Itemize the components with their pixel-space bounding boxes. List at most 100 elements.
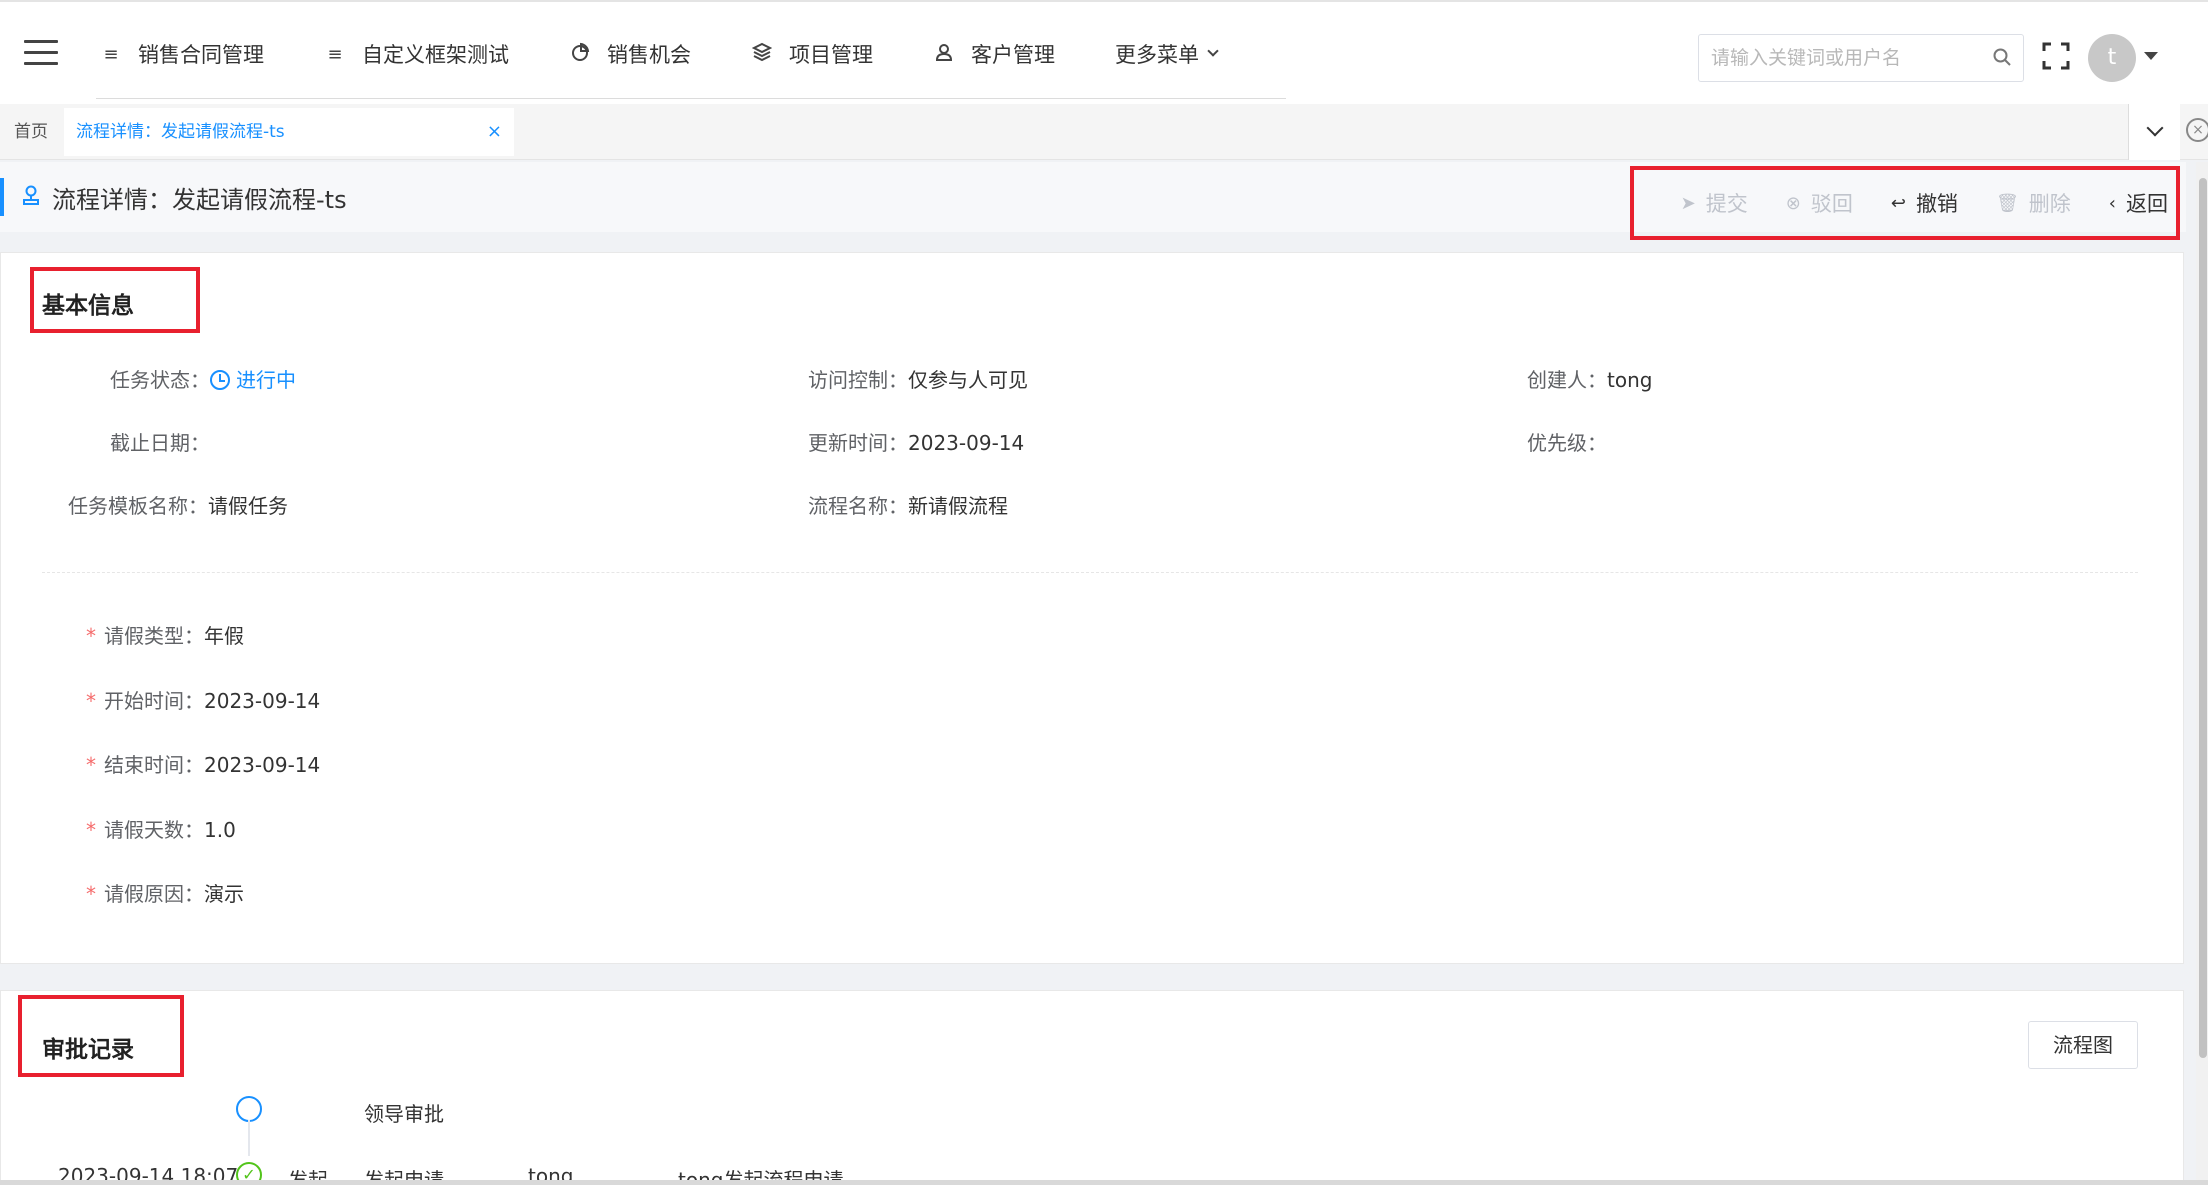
top-bar: ≡ 销售合同管理 ≡ 自定义框架测试 销售机会 项目管理 客户管理 更多菜单 请… [0, 0, 2208, 104]
tab-label: 流程详情：发起请假流程-ts [76, 122, 285, 142]
page-title: 流程详情：发起请假流程-ts [52, 186, 347, 214]
field-value: 1.0 [204, 818, 236, 842]
nav-label: 项目管理 [789, 43, 873, 67]
access-control-field: 访问控制：仅参与人可见 [808, 364, 1028, 393]
timeline-line [248, 1120, 250, 1156]
nav-more-label: 更多菜单 [1115, 43, 1199, 67]
search-icon[interactable] [1993, 48, 2011, 66]
delete-button[interactable]: 🗑 删除 [1996, 188, 2071, 218]
field-label: 任务状态： [110, 368, 210, 392]
nav-item-project-management[interactable]: 项目管理 [751, 39, 873, 69]
nav-label: 销售机会 [607, 43, 691, 67]
app-root: ≡ 销售合同管理 ≡ 自定义框架测试 销售机会 项目管理 客户管理 更多菜单 请… [0, 0, 2208, 1185]
process-name-field: 流程名称：新请假流程 [808, 490, 1008, 519]
leave-reason-field: * 请假原因：演示 [86, 878, 244, 907]
layers-icon [751, 42, 773, 67]
field-label: 流程名称： [808, 494, 908, 518]
accent-bar [0, 178, 4, 216]
nav-item-sales-opportunity[interactable]: 销售机会 [569, 39, 691, 69]
nav-label: 自定义框架测试 [362, 43, 509, 67]
field-label: 请假原因： [104, 882, 204, 906]
field-label: 任务模板名称： [68, 494, 208, 518]
basic-info-card [0, 252, 2184, 964]
field-value: 请假任务 [208, 494, 288, 518]
required-mark: * [86, 753, 96, 777]
field-label: 优先级： [1527, 431, 1607, 455]
field-label: 请假类型： [104, 624, 204, 648]
deadline-field: 截止日期： [110, 427, 210, 456]
field-label: 创建人： [1527, 368, 1607, 392]
nav-more-menu[interactable]: 更多菜单 [1115, 39, 1219, 69]
field-value: 演示 [204, 882, 244, 906]
nav-item-customer-management[interactable]: 客户管理 [933, 39, 1055, 69]
search-box [1698, 34, 2024, 82]
template-name-field: 任务模板名称：请假任务 [68, 490, 288, 519]
approval-record-title: 审批记录 [42, 1037, 134, 1063]
field-value: 2023-09-14 [204, 689, 321, 713]
undo-icon: ↩ [1890, 192, 1906, 214]
required-mark: * [86, 689, 96, 713]
delete-label: 删除 [2028, 192, 2071, 216]
field-label: 访问控制： [808, 368, 908, 392]
approval-record-card [0, 990, 2184, 1185]
scrollbar-thumb[interactable] [2199, 178, 2207, 1058]
send-icon: ➤ [1680, 192, 1696, 214]
field-value: 新请假流程 [908, 494, 1008, 518]
field-value: 年假 [204, 624, 244, 648]
chevron-down-icon [2146, 119, 2164, 137]
clock-icon [210, 370, 230, 390]
field-label: 请假天数： [104, 818, 204, 842]
window-bottom-edge [0, 1180, 2208, 1185]
top-nav: ≡ 销售合同管理 ≡ 自定义框架测试 销售机会 项目管理 客户管理 更多菜单 [100, 32, 1277, 76]
close-icon[interactable]: × [487, 108, 502, 156]
field-label: 更新时间： [808, 431, 908, 455]
flowchart-button[interactable]: 流程图 [2028, 1021, 2138, 1069]
trash-icon: 🗑 [1995, 192, 2019, 214]
reject-button[interactable]: ⊗ 驳回 [1786, 188, 1853, 218]
search-input[interactable] [1699, 35, 1959, 81]
reject-label: 驳回 [1810, 192, 1853, 216]
nav-item-sales-contract[interactable]: ≡ 销售合同管理 [100, 39, 264, 69]
submit-button[interactable]: ➤ 提交 [1681, 188, 1748, 218]
tabs-bar: 首页 流程详情：发起请假流程-ts × [0, 104, 2208, 160]
nav-label: 销售合同管理 [138, 43, 264, 67]
tab-home[interactable]: 首页 [0, 108, 62, 156]
tabs-dropdown-button[interactable] [2128, 104, 2180, 160]
field-value: 2023-09-14 [908, 431, 1025, 455]
back-button[interactable]: ‹ 返回 [2109, 188, 2168, 218]
nav-label: 客户管理 [971, 43, 1055, 67]
status-value: 进行中 [236, 368, 296, 392]
priority-field: 优先级： [1527, 427, 1607, 456]
menu-toggle-icon[interactable] [24, 40, 58, 66]
status-badge: 进行中 [210, 368, 296, 392]
submit-label: 提交 [1705, 192, 1748, 216]
field-value: 2023-09-14 [204, 753, 321, 777]
end-time-field: * 结束时间：2023-09-14 [86, 749, 320, 778]
list-icon: ≡ [327, 43, 343, 65]
nav-item-custom-framework[interactable]: ≡ 自定义框架测试 [324, 39, 509, 69]
timeline-pending-node: 领导审批 [364, 1102, 444, 1126]
avatar[interactable]: t [2088, 34, 2136, 82]
close-circle-icon: ⊗ [1785, 192, 1801, 214]
back-label: 返回 [2126, 192, 2168, 216]
chevron-down-icon [1207, 45, 1219, 57]
field-value: 仅参与人可见 [908, 368, 1028, 392]
chevron-left-icon: ‹ [2108, 192, 2116, 214]
required-mark: * [86, 624, 96, 648]
field-value: tong [1607, 368, 1653, 392]
tab-process-detail[interactable]: 流程详情：发起请假流程-ts × [64, 108, 514, 156]
creator-field: 创建人：tong [1527, 364, 1652, 393]
leave-type-field: * 请假类型：年假 [86, 620, 244, 649]
timeline-pending-dot [236, 1096, 262, 1122]
required-mark: * [86, 882, 96, 906]
nav-divider [96, 98, 1286, 99]
action-toolbar: ➤ 提交 ⊗ 驳回 ↩ 撤销 🗑 删除 ‹ 返回 [1630, 166, 2180, 240]
close-circle-icon[interactable]: × [2186, 118, 2208, 142]
revoke-button[interactable]: ↩ 撤销 [1891, 188, 1958, 218]
updated-time-field: 更新时间：2023-09-14 [808, 427, 1024, 456]
caret-down-icon[interactable] [2144, 52, 2158, 60]
start-time-field: * 开始时间：2023-09-14 [86, 685, 320, 714]
fullscreen-icon[interactable] [2042, 42, 2070, 70]
stamp-icon [23, 185, 39, 205]
list-icon: ≡ [103, 43, 119, 65]
